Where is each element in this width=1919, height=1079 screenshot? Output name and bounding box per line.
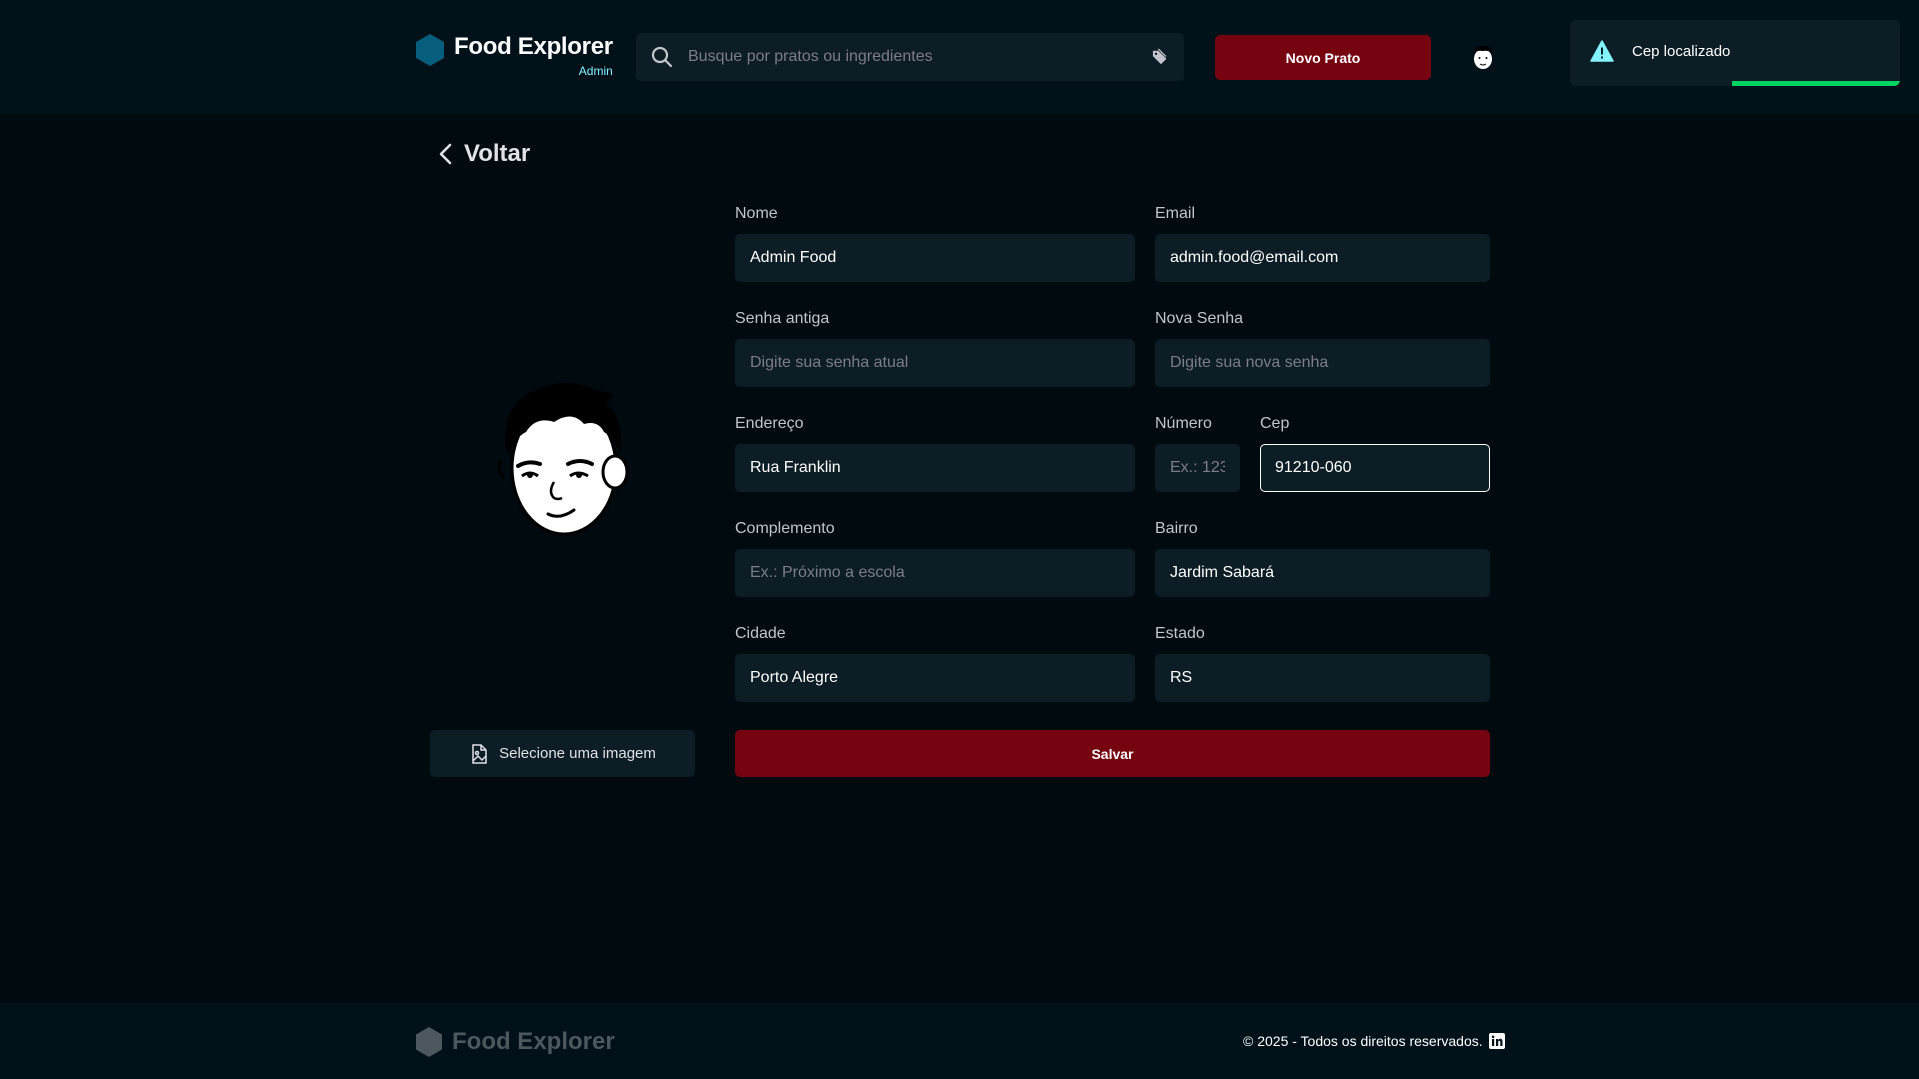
select-image-label: Selecione uma imagem (499, 745, 656, 762)
new-dish-button[interactable]: Novo Prato (1215, 35, 1431, 80)
city-label: Cidade (735, 625, 786, 642)
copyright-text: © 2025 - Todos os direitos reservados. (1243, 1033, 1483, 1049)
back-label: Voltar (464, 140, 531, 167)
toast-progress-bar (1731, 81, 1900, 86)
brand-name: Food Explorer (454, 33, 613, 60)
footer: Food Explorer © 2025 - Todos os direitos… (0, 1003, 1919, 1079)
complement-input[interactable] (735, 549, 1135, 597)
profile-avatar (496, 380, 636, 540)
number-field-group: Número (1155, 414, 1240, 492)
address-field-group: Endereço (735, 414, 1135, 492)
state-field-group: Estado (1155, 624, 1490, 702)
footer-brand-name: Food Explorer (452, 1028, 615, 1055)
brand-logo[interactable]: Food Explorer Admin (416, 32, 613, 78)
toast-message: Cep localizado (1632, 43, 1731, 60)
search-bar (636, 33, 1184, 81)
header: Food Explorer Admin Novo Prato (0, 0, 1919, 114)
new-password-input[interactable] (1155, 339, 1490, 387)
city-field-group: Cidade (735, 624, 1135, 702)
warning-icon (1590, 40, 1614, 62)
copyright: © 2025 - Todos os direitos reservados. (1243, 1033, 1505, 1049)
chevron-left-icon (439, 143, 452, 165)
old-password-label: Senha antiga (735, 310, 830, 327)
back-button[interactable]: Voltar (436, 140, 530, 168)
state-input[interactable] (1155, 654, 1490, 702)
neighborhood-field-group: Bairro (1155, 519, 1490, 597)
cep-field-group: Cep (1260, 414, 1490, 492)
neighborhood-label: Bairro (1155, 520, 1198, 537)
email-label: Email (1155, 205, 1196, 222)
name-label: Nome (735, 205, 778, 222)
name-field-group: Nome (735, 204, 1135, 282)
hexagon-icon (416, 1027, 442, 1057)
toast-notification: Cep localizado (1570, 20, 1900, 86)
name-input[interactable] (735, 234, 1135, 282)
brand-role: Admin (578, 64, 613, 78)
avatar[interactable] (1468, 42, 1498, 72)
linkedin-icon[interactable] (1488, 1033, 1505, 1049)
select-image-button[interactable]: Selecione uma imagem (430, 730, 695, 777)
number-input[interactable] (1155, 444, 1240, 492)
old-password-input[interactable] (735, 339, 1135, 387)
tag-icon (1152, 48, 1167, 65)
save-button[interactable]: Salvar (735, 730, 1490, 777)
city-input[interactable] (735, 654, 1135, 702)
email-input[interactable] (1155, 234, 1490, 282)
complement-field-group: Complemento (735, 519, 1135, 597)
image-upload-icon (472, 743, 487, 764)
search-input[interactable] (688, 48, 1152, 66)
new-password-field-group: Nova Senha (1155, 309, 1490, 387)
neighborhood-input[interactable] (1155, 549, 1490, 597)
old-password-field-group: Senha antiga (735, 309, 1135, 387)
number-label: Número (1155, 415, 1212, 432)
complement-label: Complemento (735, 520, 835, 537)
state-label: Estado (1155, 625, 1205, 642)
address-label: Endereço (735, 415, 804, 432)
search-icon[interactable] (650, 45, 674, 69)
email-field-group: Email (1155, 204, 1490, 282)
new-password-label: Nova Senha (1155, 310, 1244, 327)
footer-brand: Food Explorer (416, 1027, 615, 1057)
hexagon-icon (416, 34, 444, 66)
cep-label: Cep (1260, 415, 1290, 432)
cep-input[interactable] (1260, 444, 1490, 492)
address-input[interactable] (735, 444, 1135, 492)
